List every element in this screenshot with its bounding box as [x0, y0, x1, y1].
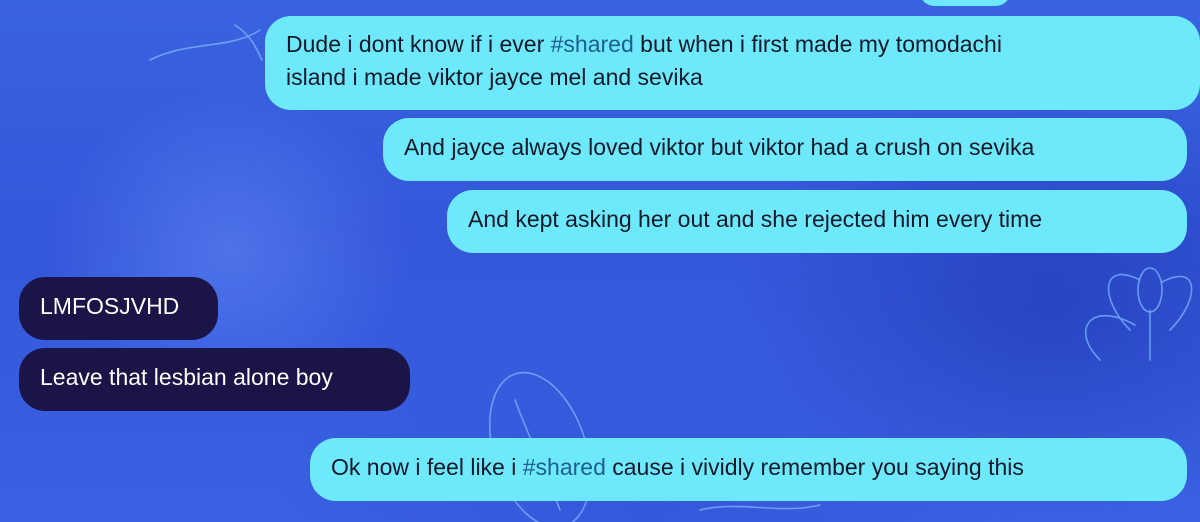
message-bubble-sent[interactable]: Dude i dont know if i ever #shared but w…	[265, 16, 1200, 110]
message-bubble-received[interactable]: Leave that lesbian alone boy	[19, 348, 410, 411]
message-line: Dude i dont know if i ever #shared but w…	[286, 28, 1179, 61]
message-bubble-received[interactable]: LMFOSJVHD	[19, 277, 218, 340]
hashtag-link[interactable]: #shared	[523, 454, 606, 480]
message-text: Dude i dont know if i ever	[286, 31, 551, 57]
message-bubble-sent[interactable]: And jayce always loved viktor but viktor…	[383, 118, 1187, 181]
message-text: Leave that lesbian alone boy	[40, 364, 333, 390]
message-line: island i made viktor jayce mel and sevik…	[286, 64, 703, 90]
message-bubble-sent[interactable]: And kept asking her out and she rejected…	[447, 190, 1187, 253]
message-text: cause i vividly remember you saying this	[605, 454, 1024, 480]
message-bubble-sent[interactable]: Ok now i feel like i #shared cause i viv…	[310, 438, 1187, 501]
message-text: And kept asking her out and she rejected…	[468, 206, 1043, 232]
message-text: And jayce always loved viktor but viktor…	[404, 134, 1035, 160]
message-text: Ok now i feel like i	[331, 454, 523, 480]
message-text: LMFOSJVHD	[40, 293, 180, 319]
hashtag-link[interactable]: #shared	[551, 31, 634, 57]
previous-message-fragment	[920, 0, 1010, 6]
chat-background: Dude i dont know if i ever #shared but w…	[0, 0, 1200, 522]
message-text: but when i first made my tomodachi	[633, 31, 1002, 57]
